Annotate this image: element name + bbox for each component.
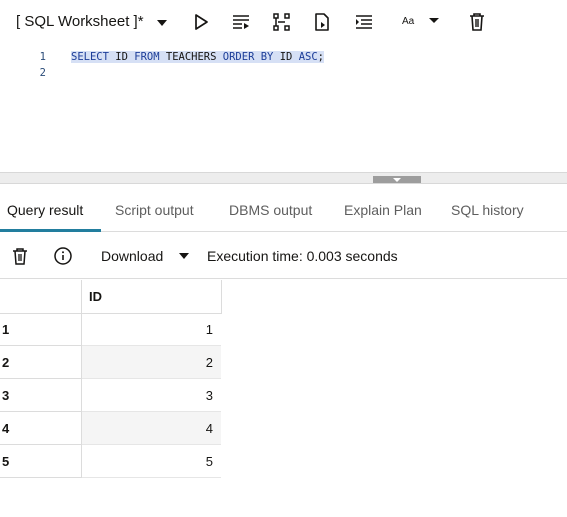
sql-token: ID bbox=[279, 51, 293, 63]
autotrace-icon[interactable] bbox=[311, 11, 333, 33]
info-icon[interactable] bbox=[53, 246, 73, 266]
worksheet-toolbar: [ SQL Worksheet ]* Aa bbox=[0, 0, 567, 44]
cell-id[interactable]: 5 bbox=[82, 445, 221, 478]
sql-editor[interactable]: 1 2 SELECT ID FROM TEACHERS ORDER BY ID … bbox=[0, 44, 567, 172]
cell-value: 3 bbox=[205, 388, 213, 403]
worksheet-title[interactable]: [ SQL Worksheet ]* bbox=[16, 13, 144, 30]
download-button[interactable]: Download bbox=[101, 248, 163, 264]
clear-output-icon[interactable] bbox=[10, 246, 30, 266]
line-number: 2 bbox=[39, 67, 46, 79]
table-row[interactable]: 5 5 bbox=[0, 445, 222, 478]
grid-header: ID bbox=[0, 280, 222, 314]
cell-id[interactable]: 3 bbox=[82, 379, 221, 412]
cell-id[interactable]: 4 bbox=[82, 412, 221, 445]
active-tab-indicator bbox=[0, 229, 101, 232]
cell-value: 5 bbox=[205, 454, 213, 469]
table-row[interactable]: 4 4 bbox=[0, 412, 222, 445]
sql-token: ; bbox=[317, 51, 324, 63]
row-number: 4 bbox=[0, 412, 82, 445]
chevron-down-icon[interactable] bbox=[178, 251, 190, 261]
row-number-label: 3 bbox=[2, 388, 10, 403]
column-header-id[interactable]: ID bbox=[82, 280, 222, 314]
sql-keyword: SELECT bbox=[71, 51, 109, 63]
row-number-label: 2 bbox=[2, 355, 10, 370]
sql-keyword: ASC bbox=[298, 51, 318, 63]
format-icon[interactable] bbox=[353, 11, 375, 33]
run-icon[interactable] bbox=[190, 11, 212, 33]
tab-explain-plan[interactable]: Explain Plan bbox=[344, 202, 422, 218]
cell-value: 2 bbox=[205, 355, 213, 370]
row-number: 5 bbox=[0, 445, 82, 478]
column-header-label: ID bbox=[89, 289, 102, 304]
table-row[interactable]: 2 2 bbox=[0, 346, 222, 379]
sql-code-line[interactable]: SELECT ID FROM TEACHERS ORDER BY ID ASC; bbox=[71, 51, 324, 63]
result-toolbar: Download Execution time: 0.003 seconds bbox=[0, 233, 567, 279]
explain-plan-icon[interactable] bbox=[271, 11, 293, 33]
table-row[interactable]: 3 3 bbox=[0, 379, 222, 412]
pane-splitter[interactable] bbox=[0, 172, 567, 184]
chevron-down-icon[interactable] bbox=[154, 16, 170, 30]
delete-icon[interactable] bbox=[466, 11, 488, 33]
font-size-label[interactable]: Aa bbox=[402, 16, 414, 27]
row-number: 2 bbox=[0, 346, 82, 379]
font-size-dropdown-icon[interactable] bbox=[426, 12, 442, 28]
tab-script-output[interactable]: Script output bbox=[115, 202, 194, 218]
sql-keyword: ORDER bbox=[222, 51, 255, 63]
row-number-label: 4 bbox=[2, 421, 10, 436]
tab-dbms-output[interactable]: DBMS output bbox=[229, 202, 312, 218]
row-number: 3 bbox=[0, 379, 82, 412]
sql-keyword: BY bbox=[260, 51, 274, 63]
tab-query-result[interactable]: Query result bbox=[7, 202, 83, 218]
table-row[interactable]: 1 1 bbox=[0, 313, 222, 346]
sql-keyword: FROM bbox=[134, 51, 160, 63]
sql-token: TEACHERS bbox=[165, 51, 217, 63]
row-number-label: 1 bbox=[2, 322, 10, 337]
execution-time: Execution time: 0.003 seconds bbox=[207, 248, 398, 264]
cell-value: 1 bbox=[205, 322, 213, 337]
collapse-handle[interactable] bbox=[373, 176, 421, 183]
run-script-icon[interactable] bbox=[230, 11, 252, 33]
cell-id[interactable]: 1 bbox=[82, 313, 221, 346]
result-tabs: Query result Script output DBMS output E… bbox=[0, 190, 567, 232]
row-number-label: 5 bbox=[2, 454, 10, 469]
line-number: 1 bbox=[39, 51, 46, 63]
cell-value: 4 bbox=[205, 421, 213, 436]
sql-token: ID bbox=[115, 51, 128, 63]
row-number: 1 bbox=[0, 313, 82, 346]
tab-sql-history[interactable]: SQL history bbox=[451, 202, 524, 218]
cell-id[interactable]: 2 bbox=[82, 346, 221, 379]
row-number-header bbox=[0, 280, 82, 314]
